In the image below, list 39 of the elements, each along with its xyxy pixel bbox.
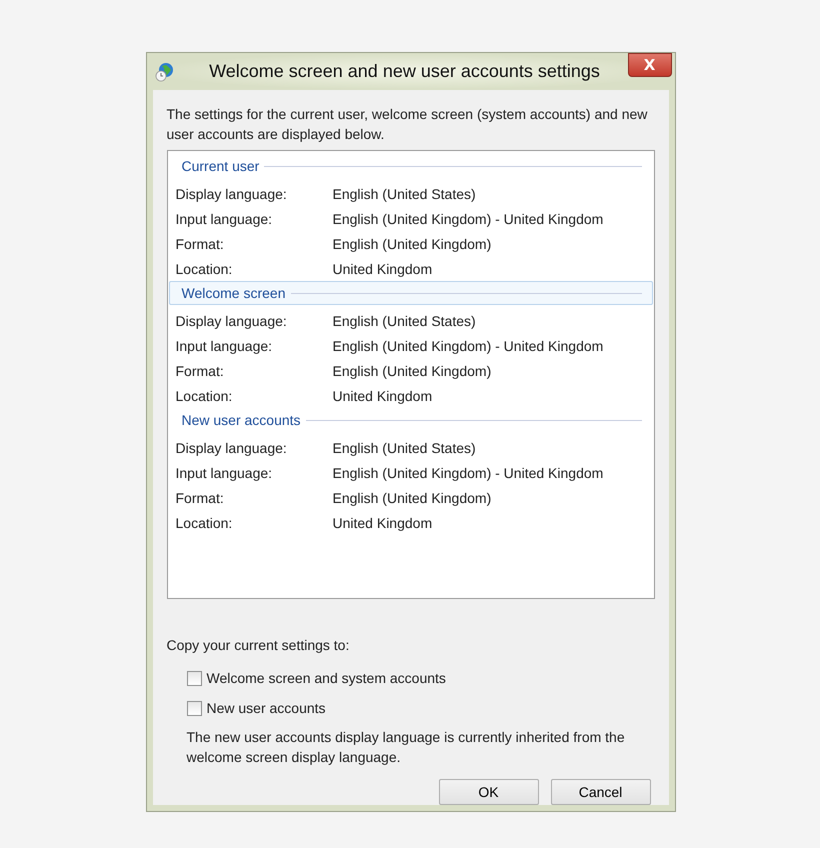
window-title: Welcome screen and new user accounts settings — [208, 61, 601, 82]
note-text: The new user accounts display language is currently inherited from the welcome screen display language. — [186, 728, 626, 767]
setting-label: Input language: — [176, 210, 274, 226]
setting-label: Display language: — [176, 440, 288, 456]
setting-label: Input language: — [176, 338, 274, 354]
setting-label: Format: — [176, 236, 225, 252]
setting-label: Location: — [176, 514, 234, 530]
setting-label: Display language: — [176, 312, 288, 328]
checkbox[interactable] — [186, 670, 202, 686]
setting-value: English (United States) — [332, 186, 476, 202]
copy-label: Copy your current settings to: — [166, 637, 350, 653]
group-header[interactable]: Current user — [168, 154, 652, 178]
setting-value: English (United Kingdom) — [332, 362, 492, 378]
group-header[interactable]: New user accounts — [168, 408, 652, 432]
checkbox[interactable] — [186, 700, 202, 716]
setting-value: English (United Kingdom) - United Kingdom — [332, 210, 604, 226]
setting-value: United Kingdom — [332, 260, 432, 276]
intro-text: The settings for the current user, welcome screen (system accounts) and new user accounts are displayed below. — [166, 105, 648, 144]
globe-clock-icon — [154, 62, 174, 82]
setting-value: English (United States) — [332, 440, 476, 456]
setting-value: English (United Kingdom) - United Kingdom — [332, 338, 604, 354]
setting-value: English (United Kingdom) - United Kingdom — [332, 464, 604, 480]
setting-value: English (United Kingdom) — [332, 490, 492, 506]
setting-value: United Kingdom — [332, 388, 432, 404]
setting-value: English (United States) — [332, 312, 476, 328]
setting-label: Input language: — [176, 464, 274, 480]
checkbox-label[interactable]: Welcome screen and system accounts — [206, 670, 446, 686]
close-button[interactable]: X — [628, 53, 672, 77]
setting-label: Format: — [176, 490, 225, 506]
setting-value: English (United Kingdom) — [332, 236, 492, 252]
setting-value: United Kingdom — [332, 514, 432, 530]
group-header[interactable]: Welcome screen — [168, 281, 652, 305]
checkbox-label[interactable]: New user accounts — [206, 700, 326, 716]
setting-label: Format: — [176, 362, 225, 378]
dialog-button[interactable]: Cancel — [550, 779, 650, 805]
setting-label: Location: — [176, 260, 234, 276]
setting-label: Location: — [176, 388, 234, 404]
dialog-button[interactable]: OK — [438, 779, 538, 805]
setting-label: Display language: — [176, 186, 288, 202]
